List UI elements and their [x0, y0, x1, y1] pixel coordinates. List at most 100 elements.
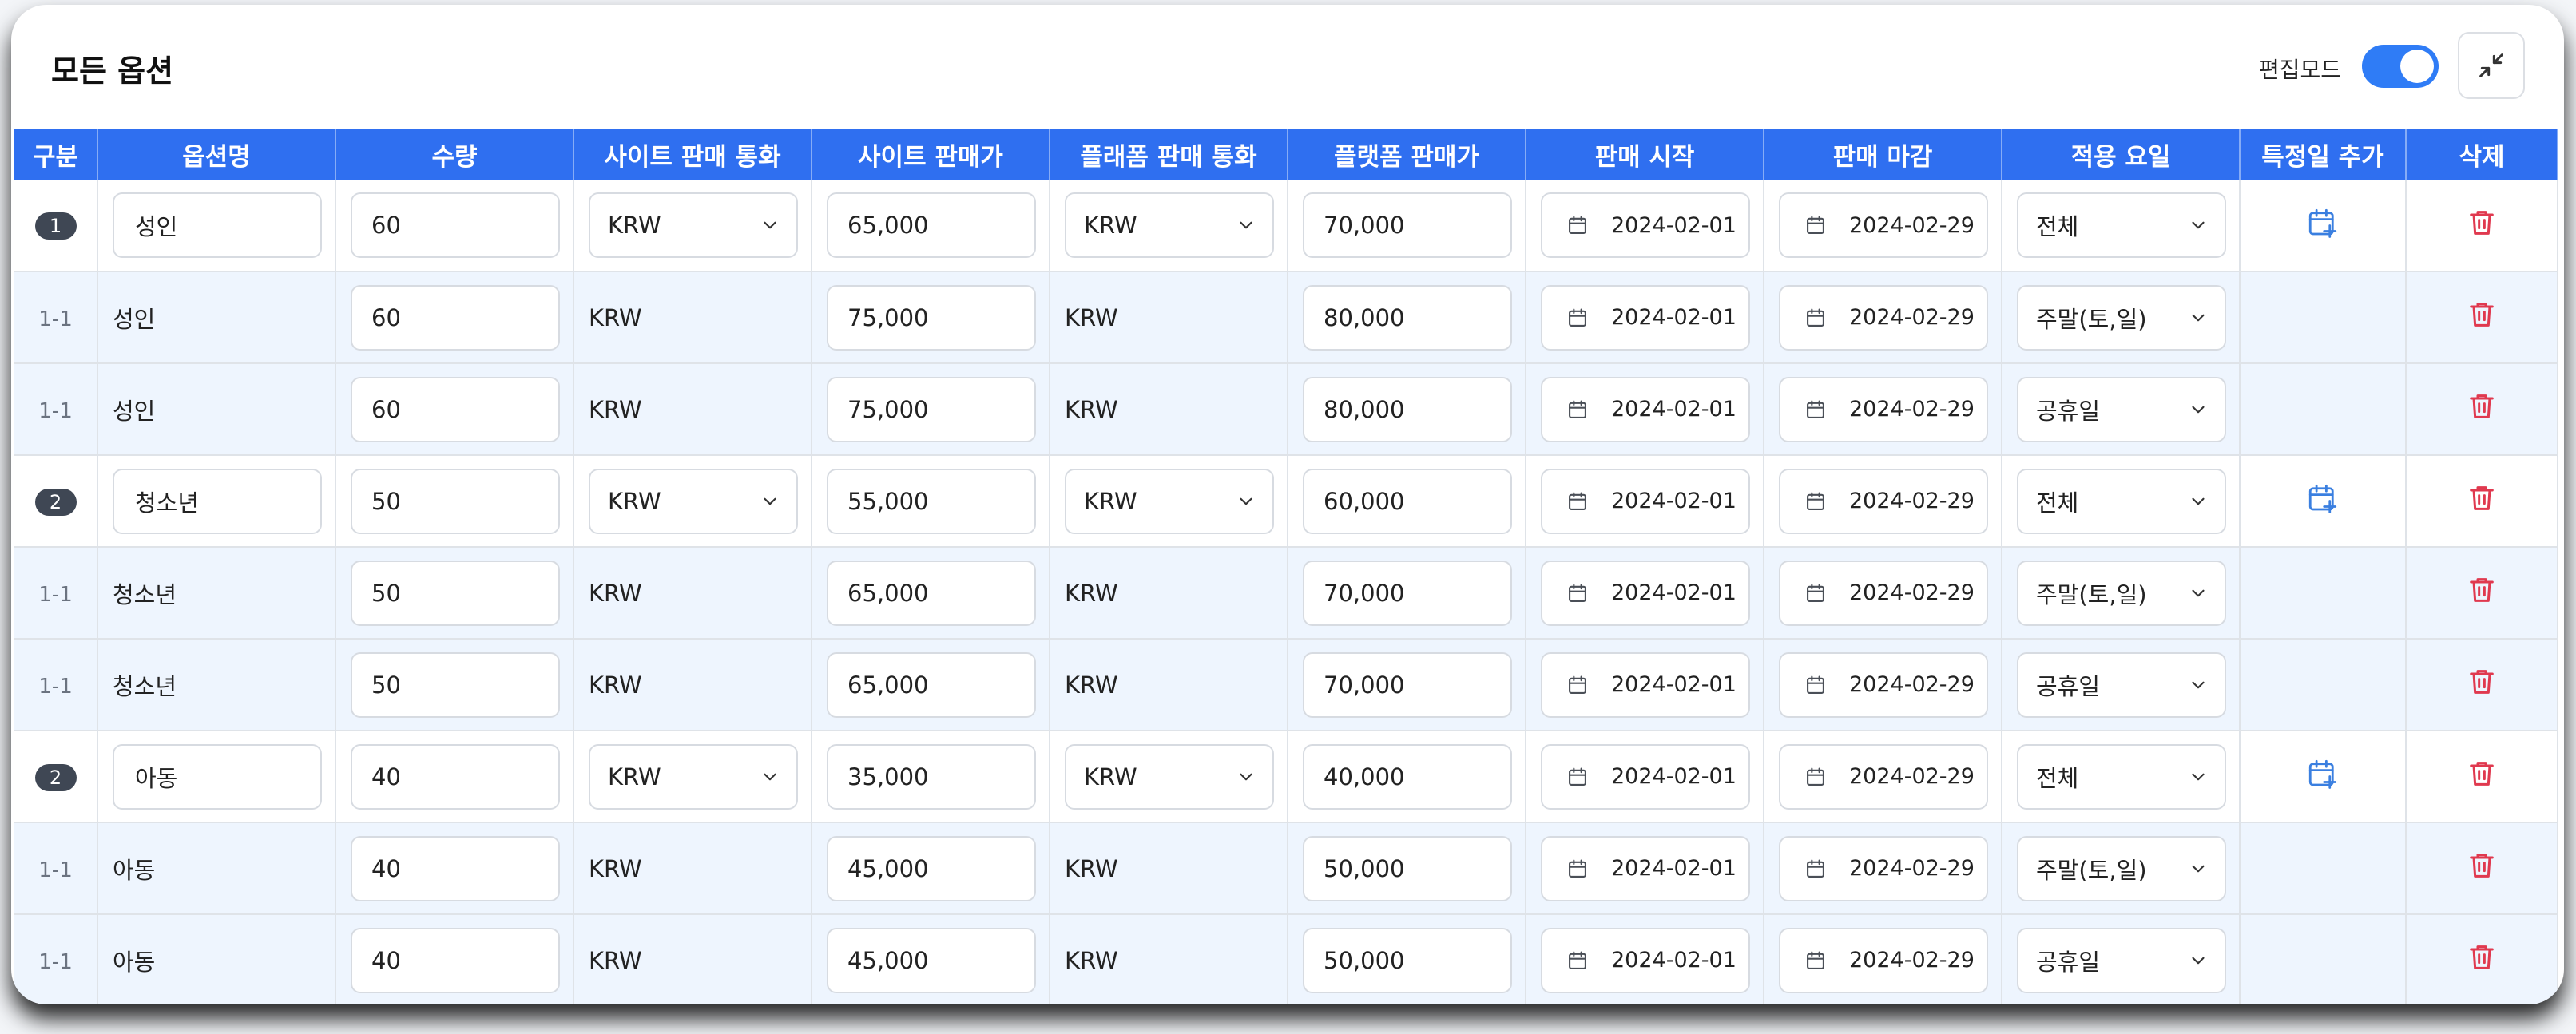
- site-price-input[interactable]: 65,000: [827, 560, 1036, 626]
- end-date-picker[interactable]: 2024-02-29: [1779, 560, 1988, 626]
- collapse-button[interactable]: [2458, 32, 2525, 99]
- platform-price-input[interactable]: 80,000: [1303, 376, 1512, 442]
- start-date-picker[interactable]: 2024-02-01: [1541, 468, 1750, 534]
- apply-days-select[interactable]: 공휴일: [2017, 376, 2226, 442]
- site-price-input[interactable]: 35,000: [827, 743, 1036, 810]
- trash-icon[interactable]: [2466, 482, 2498, 514]
- end-date-picker[interactable]: 2024-02-29: [1779, 743, 1988, 810]
- calendar-icon: [1569, 950, 1586, 969]
- site-currency-select[interactable]: KRW: [589, 743, 798, 810]
- site-currency-select[interactable]: KRW: [589, 192, 798, 258]
- quantity-input[interactable]: 50: [351, 560, 560, 626]
- end-date-value: 2024-02-29: [1849, 672, 1975, 697]
- site-price-input[interactable]: 55,000: [827, 468, 1036, 534]
- apply-days-select[interactable]: 공휴일: [2017, 652, 2226, 718]
- start-date-picker[interactable]: 2024-02-01: [1541, 927, 1750, 993]
- site-price-input[interactable]: 45,000: [827, 927, 1036, 993]
- days-cell: 공휴일: [2002, 363, 2241, 456]
- site-currency-cell: KRW: [574, 731, 812, 823]
- chevron-down-icon: [2192, 314, 2205, 321]
- apply-days-select[interactable]: 주말(토,일): [2017, 284, 2226, 351]
- quantity-input[interactable]: 40: [351, 743, 560, 810]
- site-price-input[interactable]: 45,000: [827, 835, 1036, 901]
- end-date-picker[interactable]: 2024-02-29: [1779, 927, 1988, 993]
- platform-price-cell: 70,000: [1288, 639, 1526, 731]
- site-price-input[interactable]: 75,000: [827, 376, 1036, 442]
- end-date-picker[interactable]: 2024-02-29: [1779, 835, 1988, 901]
- trash-icon[interactable]: [2466, 574, 2498, 606]
- chevron-down-icon: [2192, 681, 2205, 688]
- start-date-picker[interactable]: 2024-02-01: [1541, 652, 1750, 718]
- start-date-picker[interactable]: 2024-02-01: [1541, 192, 1750, 258]
- quantity-input[interactable]: 40: [351, 835, 560, 901]
- start-date-picker[interactable]: 2024-02-01: [1541, 743, 1750, 810]
- option-sub-row: 1-1 성인 60 KRW 75,000 KRW 80,000 2024-02-01 2024-…: [14, 363, 2558, 456]
- start-date-picker[interactable]: 2024-02-01: [1541, 560, 1750, 626]
- trash-icon[interactable]: [2466, 299, 2498, 331]
- delete-cell: [2406, 914, 2558, 1004]
- apply-days-select[interactable]: 전체: [2017, 468, 2226, 534]
- platform-currency-cell: KRW: [1050, 731, 1288, 823]
- index-cell: 1-1: [14, 363, 98, 456]
- end-date-picker[interactable]: 2024-02-29: [1779, 652, 1988, 718]
- calendar-plus-icon[interactable]: [2306, 481, 2340, 515]
- quantity-input[interactable]: 60: [351, 192, 560, 258]
- trash-icon[interactable]: [2466, 207, 2498, 239]
- apply-days-select[interactable]: 공휴일: [2017, 927, 2226, 993]
- trash-icon[interactable]: [2466, 941, 2498, 973]
- platform-currency-select[interactable]: KRW: [1065, 743, 1274, 810]
- platform-price-input[interactable]: 70,000: [1303, 192, 1512, 258]
- site-currency-text: KRW: [589, 671, 642, 699]
- trash-icon[interactable]: [2466, 850, 2498, 881]
- end-date-picker[interactable]: 2024-02-29: [1779, 192, 1988, 258]
- quantity-input[interactable]: 60: [351, 284, 560, 351]
- end-date-picker[interactable]: 2024-02-29: [1779, 376, 1988, 442]
- platform-currency-select[interactable]: KRW: [1065, 468, 1274, 534]
- quantity-input[interactable]: 50: [351, 652, 560, 718]
- apply-days-select[interactable]: 주말(토,일): [2017, 835, 2226, 901]
- site-price-input[interactable]: 75,000: [827, 284, 1036, 351]
- start-date-picker[interactable]: 2024-02-01: [1541, 376, 1750, 442]
- trash-icon[interactable]: [2466, 390, 2498, 422]
- start-date-value: 2024-02-01: [1611, 856, 1737, 881]
- end-date-picker[interactable]: 2024-02-29: [1779, 468, 1988, 534]
- apply-days-select[interactable]: 전체: [2017, 192, 2226, 258]
- site-price-input[interactable]: 65,000: [827, 192, 1036, 258]
- platform-price-input[interactable]: 40,000: [1303, 743, 1512, 810]
- end-date-cell: 2024-02-29: [1764, 455, 2002, 548]
- option-name-input[interactable]: 성인: [113, 192, 322, 258]
- calendar-plus-icon[interactable]: [2306, 757, 2340, 790]
- end-date-picker[interactable]: 2024-02-29: [1779, 284, 1988, 351]
- option-name-input[interactable]: 아동: [113, 743, 322, 810]
- trash-icon[interactable]: [2466, 666, 2498, 698]
- platform-price-input[interactable]: 50,000: [1303, 927, 1512, 993]
- start-date-picker[interactable]: 2024-02-01: [1541, 835, 1750, 901]
- platform-price-input[interactable]: 70,000: [1303, 652, 1512, 718]
- platform-price-input[interactable]: 80,000: [1303, 284, 1512, 351]
- option-name-input[interactable]: 청소년: [113, 468, 322, 534]
- edit-mode-toggle[interactable]: [2362, 45, 2439, 88]
- column-header: 판매 시작: [1526, 129, 1764, 180]
- apply-days-value: 전체: [2036, 764, 2079, 792]
- calendar-plus-icon[interactable]: [2306, 206, 2340, 240]
- site-currency-select[interactable]: KRW: [589, 468, 798, 534]
- days-cell: 전체: [2002, 180, 2241, 272]
- calendar-icon: [1569, 675, 1586, 694]
- platform-price-input[interactable]: 70,000: [1303, 560, 1512, 626]
- platform-price-input[interactable]: 50,000: [1303, 835, 1512, 901]
- apply-days-select[interactable]: 주말(토,일): [2017, 560, 2226, 626]
- quantity-input[interactable]: 40: [351, 927, 560, 993]
- platform-price-input[interactable]: 60,000: [1303, 468, 1512, 534]
- days-cell: 공휴일: [2002, 914, 2241, 1004]
- start-date-picker[interactable]: 2024-02-01: [1541, 284, 1750, 351]
- apply-days-select[interactable]: 전체: [2017, 743, 2226, 810]
- start-date-value: 2024-02-01: [1611, 672, 1737, 697]
- option-name-text: 아동: [113, 948, 156, 976]
- trash-icon[interactable]: [2466, 758, 2498, 790]
- quantity-input[interactable]: 60: [351, 376, 560, 442]
- site-price-input[interactable]: 65,000: [827, 652, 1036, 718]
- platform-currency-select[interactable]: KRW: [1065, 192, 1274, 258]
- delete-cell: [2406, 731, 2558, 823]
- platform-currency-cell: KRW: [1050, 639, 1288, 731]
- quantity-input[interactable]: 50: [351, 468, 560, 534]
